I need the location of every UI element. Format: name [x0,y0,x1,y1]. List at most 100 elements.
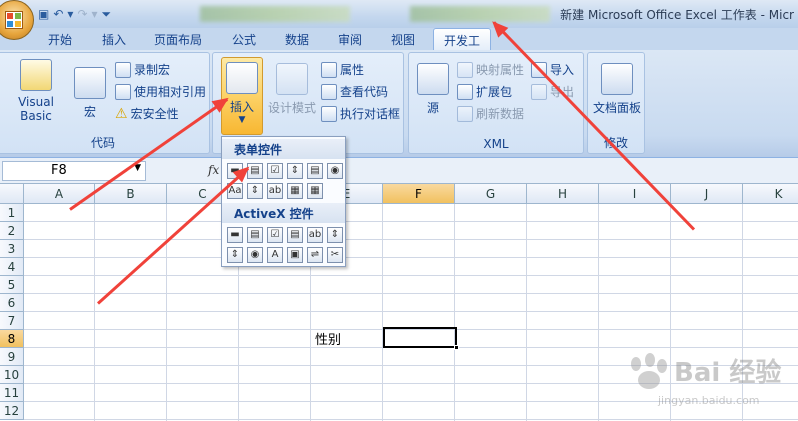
map-properties-label: 映射属性 [476,63,525,77]
undo-dropdown-icon[interactable]: ▾ [67,7,73,21]
properties-icon [321,61,337,78]
activex-toggle-icon[interactable]: ⇌ [307,247,323,263]
column-header-j[interactable]: J [671,184,743,204]
window-title: 新建 Microsoft Office Excel 工作表 - Micr [560,8,794,22]
macro-button[interactable]: 宏 [73,67,107,120]
watermark-url: jingyan.baidu.com [658,394,760,407]
activex-button-icon[interactable]: ▬ [227,227,243,243]
row-header-9[interactable]: 9 [0,348,24,366]
run-dialog-button[interactable]: 执行对话框 [321,105,400,122]
run-dialog-icon [321,105,337,122]
document-panel-button[interactable]: 文档面板 [590,63,644,116]
redo-icon[interactable]: ↷ [77,7,87,21]
activex-spin-button-icon[interactable]: ⇕ [227,247,243,263]
relative-reference-button[interactable]: 使用相对引用 [115,83,206,100]
row-header-2[interactable]: 2 [0,222,24,240]
row-header-7[interactable]: 7 [0,312,24,330]
xml-source-icon [417,63,449,95]
activex-list-box-icon[interactable]: ▤ [287,227,303,243]
row-header-11[interactable]: 11 [0,384,24,402]
warning-icon: ⚠ [115,105,128,122]
row-header-5[interactable]: 5 [0,276,24,294]
expansion-packs-button[interactable]: 扩展包 [457,83,512,100]
activex-label-icon[interactable]: A [267,247,283,263]
row-gridline [24,419,798,420]
undo-icon[interactable]: ↶ [53,7,63,21]
row-gridline [24,293,798,294]
list-box-icon[interactable]: ▤ [307,163,323,179]
row-header-3[interactable]: 3 [0,240,24,258]
label-icon[interactable]: ab [267,183,283,199]
redo-dropdown-icon[interactable]: ▾ [92,7,98,21]
row-header-6[interactable]: 6 [0,294,24,312]
activex-scroll-bar-icon[interactable]: ⇕ [327,227,343,243]
tab-insert[interactable]: 插入 [102,31,126,48]
select-all-corner[interactable] [0,184,24,204]
row-gridline [24,239,798,240]
view-code-button[interactable]: 查看代码 [321,83,388,100]
row-gridline [24,257,798,258]
activex-checkbox-icon[interactable]: ☑ [267,227,283,243]
title-bar: ▣ ↶ ▾ ↷ ▾ ⏷ 新建 Microsoft Office Excel 工作… [0,0,798,40]
row-gridline [24,275,798,276]
refresh-data-button[interactable]: 刷新数据 [457,105,524,122]
macro-icon [74,67,106,99]
record-macro-button[interactable]: 录制宏 [115,61,170,78]
cell-e8[interactable]: 性别 [315,329,341,348]
scroll-bar-icon[interactable]: ⇕ [247,183,263,199]
row-header-1[interactable]: 1 [0,204,24,222]
blurred-tab [200,6,350,22]
properties-button[interactable]: 属性 [321,61,364,78]
tab-data[interactable]: 数据 [285,31,309,48]
expansion-packs-icon [457,83,473,100]
design-mode-label: 设计模式 [267,101,316,115]
column-header-f[interactable]: F [383,184,455,204]
row-header-12[interactable]: 12 [0,402,24,420]
tab-page-layout[interactable]: 页面布局 [154,31,202,48]
tab-developer[interactable]: 开发工 [433,28,492,51]
text-field-icon[interactable]: ▦ [287,183,303,199]
ribbon: Visual Basic 宏 录制宏 使用相对引用 ⚠ 宏安全性 代码 插入 ▼ … [0,50,798,158]
active-cell-f8[interactable] [383,327,459,350]
xml-source-label: 源 [426,101,439,115]
more-controls-icon[interactable]: ✂ [327,247,343,263]
design-mode-button[interactable]: 设计模式 [265,63,319,116]
insert-controls-dropdown: 表单控件 ▬▤☑⇕▤◉Aa⇕ab▦▦ ActiveX 控件 ▬▤☑▤ab⇕⇕◉A… [221,136,346,267]
tab-review[interactable]: 审阅 [338,31,362,48]
option-button-icon[interactable]: ◉ [327,163,343,179]
macro-security-button[interactable]: ⚠ 宏安全性 [115,105,179,122]
column-header-k[interactable]: K [743,184,798,204]
activex-text-box-icon[interactable]: ab [307,227,323,243]
column-header-g[interactable]: G [455,184,527,204]
column-gridline [526,204,527,421]
row-header-10[interactable]: 10 [0,366,24,384]
visual-basic-button[interactable]: Visual Basic [1,59,71,123]
office-logo-icon [5,11,23,29]
spin-button-icon[interactable]: ⇕ [287,163,303,179]
relative-reference-label: 使用相对引用 [134,85,207,99]
fill-handle[interactable] [454,345,459,350]
tab-formulas[interactable]: 公式 [232,31,256,48]
activex-image-icon[interactable]: ▣ [287,247,303,263]
xml-source-button[interactable]: 源 [415,63,451,116]
tab-view[interactable]: 视图 [391,31,415,48]
checkbox-icon[interactable]: ☑ [267,163,283,179]
activex-option-button-icon[interactable]: ◉ [247,247,263,263]
column-header-h[interactable]: H [527,184,599,204]
relative-reference-icon [115,83,131,100]
combo-list-icon[interactable]: ▦ [307,183,323,199]
map-properties-button[interactable]: 映射属性 [457,61,524,78]
column-header-b[interactable]: B [95,184,167,204]
fx-icon[interactable]: fx [208,163,219,177]
customize-qat-icon[interactable]: ⏷ [102,7,112,22]
row-header-4[interactable]: 4 [0,258,24,276]
macro-label: 宏 [83,105,96,119]
design-mode-icon [276,63,308,95]
tab-home[interactable]: 开始 [48,31,72,48]
row-header-8[interactable]: 8 [0,330,24,348]
group-xml: 源 映射属性 扩展包 刷新数据 导入 导出 XML [408,52,584,154]
save-icon[interactable]: ▣ [38,7,49,21]
blurred-tab [410,6,550,22]
activex-combo-box-icon[interactable]: ▤ [247,227,263,243]
run-dialog-label: 执行对话框 [340,107,401,121]
